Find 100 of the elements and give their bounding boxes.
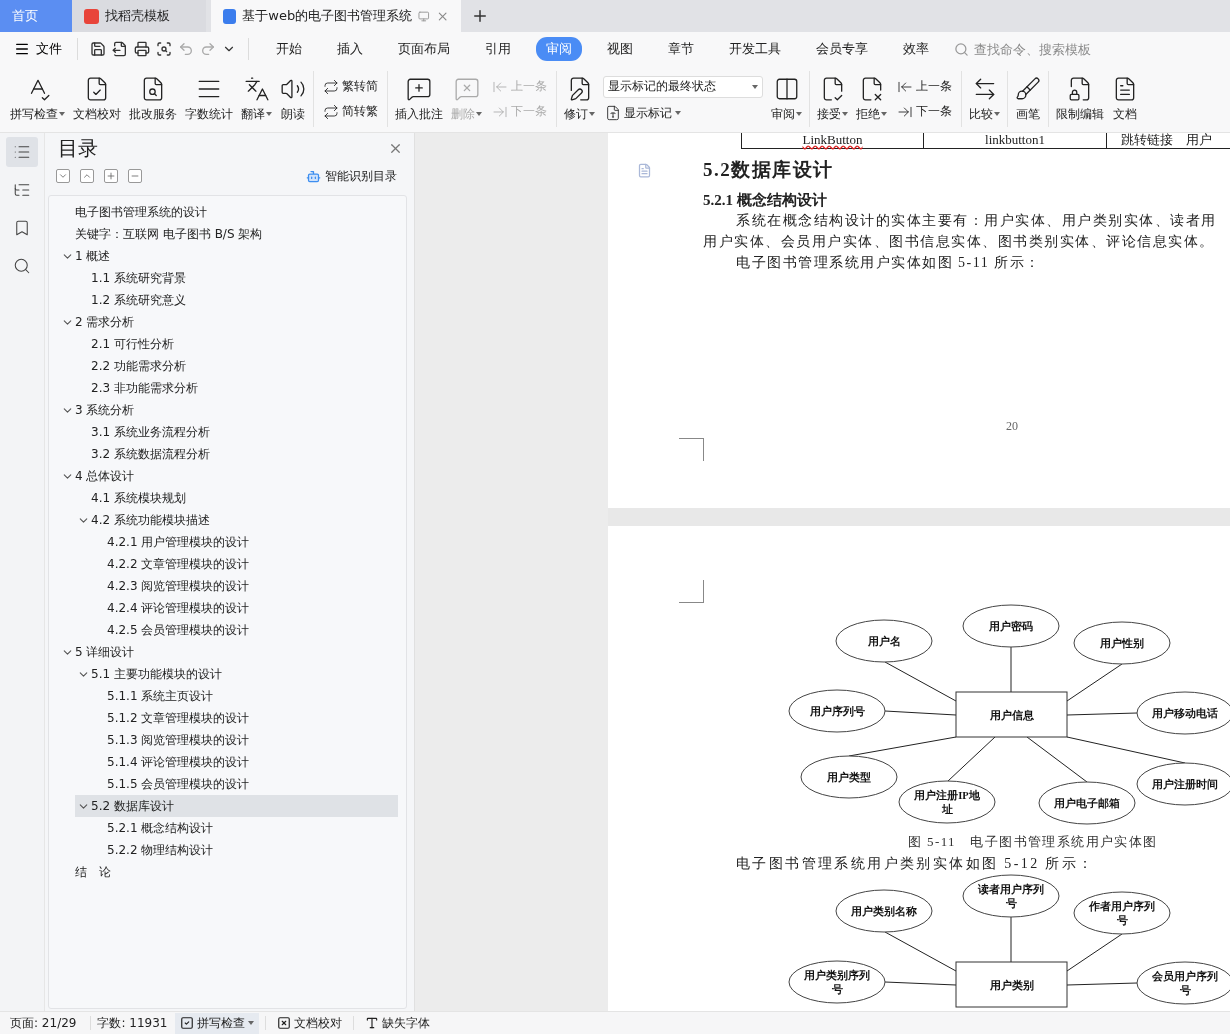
outline-item[interactable]: 5.1 主要功能模块的设计: [75, 663, 398, 685]
markup-select[interactable]: 显示标记的最终状态: [603, 75, 763, 98]
ribbon-button[interactable]: 拼写检查: [6, 71, 69, 127]
preview-icon[interactable]: [156, 41, 172, 57]
ribbon-tab[interactable]: 会员专享: [806, 37, 878, 61]
section-heading: 5.2数据库设计: [703, 158, 834, 182]
ribbon-button[interactable]: 翻译: [237, 71, 276, 127]
window-tab[interactable]: 基于web的电子图书管理系统: [211, 0, 461, 32]
outline-item[interactable]: 4.2 系统功能模块描述: [75, 509, 398, 531]
outline-item[interactable]: 5.1.2 文章管理模块的设计: [91, 707, 398, 729]
ribbon-tab[interactable]: 页面布局: [388, 37, 460, 61]
connector-line: [1010, 916, 1012, 963]
outline-item[interactable]: 5 详细设计: [59, 641, 398, 663]
ribbon-tab[interactable]: 章节: [658, 37, 704, 61]
table-cell: 跳转链接 用户: [1106, 133, 1225, 148]
attribute-node: 用户类别名称: [835, 889, 933, 933]
outline-item[interactable]: 4.1 系统模块规划: [75, 487, 398, 509]
outline-item[interactable]: 5.1.4 评论管理模块的设计: [91, 751, 398, 773]
ribbon-tab[interactable]: 开发工具: [719, 37, 791, 61]
outline-item[interactable]: 5.2 数据库设计: [75, 795, 398, 817]
ribbon-button[interactable]: 限制编辑: [1052, 71, 1108, 127]
ribbon-tab[interactable]: 效率: [893, 37, 939, 61]
brush-icon: [1015, 75, 1041, 102]
ribbon-tab[interactable]: 引用: [475, 37, 521, 61]
ribbon-button[interactable]: 显示标记: [603, 103, 763, 123]
page-number: 20: [1006, 419, 1019, 434]
outline-item[interactable]: 1.1 系统研究背景: [75, 267, 398, 289]
window-tab[interactable]: 找稻壳模板: [72, 0, 206, 32]
attribute-node: 用户移动电话: [1136, 691, 1230, 735]
connector-line: [1010, 646, 1012, 693]
outline-item[interactable]: 2.1 可行性分析: [75, 333, 398, 355]
ribbon-button[interactable]: 拒绝: [852, 71, 891, 127]
sidebar-button[interactable]: [6, 137, 38, 167]
print-icon[interactable]: [134, 41, 150, 57]
ribbon-button[interactable]: 批改服务: [125, 71, 181, 127]
ribbon-tab[interactable]: 视图: [597, 37, 643, 61]
ribbon-button[interactable]: 文档: [1108, 71, 1142, 127]
table-cell: linkbutton1: [923, 133, 1106, 148]
ribbon-tab[interactable]: 开始: [266, 37, 312, 61]
proofread-button[interactable]: 文档校对: [272, 1012, 348, 1034]
ribbon-button[interactable]: 字数统计: [181, 71, 237, 127]
outline-item[interactable]: 3.2 系统数据流程分析: [75, 443, 398, 465]
translate-icon: [243, 75, 270, 102]
entity-node: 用户类别: [955, 961, 1068, 1008]
outline-item[interactable]: 4.2.5 会员管理模块的设计: [91, 619, 398, 641]
search-field[interactable]: 查找命令、搜索模板: [954, 40, 1116, 58]
outline-item[interactable]: 2.3 非功能需求分析: [75, 377, 398, 399]
outline-item[interactable]: 5.1.3 阅览管理模块的设计: [91, 729, 398, 751]
caret-icon: [842, 112, 848, 116]
expand-button[interactable]: [56, 169, 70, 183]
page-count: 页面: 21/29: [10, 1014, 78, 1032]
ribbon-button[interactable]: 画笔: [1011, 71, 1045, 127]
outline-item[interactable]: 5.2.1 概念结构设计: [91, 817, 398, 839]
ribbon-button[interactable]: 下一条: [895, 102, 954, 121]
outline-item[interactable]: 4.2.1 用户管理模块的设计: [91, 531, 398, 553]
plus-icon: [471, 7, 489, 25]
remove-level-button[interactable]: [128, 169, 142, 183]
spellcheck-button[interactable]: 拼写检查: [175, 1012, 260, 1034]
outline-item[interactable]: 电子图书管理系统的设计: [59, 201, 398, 223]
subsection-heading: 5.2.1 概念结构设计: [703, 191, 828, 210]
ribbon-button[interactable]: 比较: [965, 71, 1004, 127]
outline-item[interactable]: 5.1.5 会员管理模块的设计: [91, 773, 398, 795]
outline-item[interactable]: 4.2.2 文章管理模块的设计: [91, 553, 398, 575]
attribute-node: 用户电子邮箱: [1038, 781, 1136, 825]
outline-item[interactable]: 4.2.3 阅览管理模块的设计: [91, 575, 398, 597]
outline-item[interactable]: 1.2 系统研究意义: [75, 289, 398, 311]
outline-item[interactable]: 3 系统分析: [59, 399, 398, 421]
caret-icon: [266, 112, 272, 116]
ribbon-button[interactable]: 文档校对: [69, 71, 125, 127]
ribbon-button[interactable]: 上一条: [895, 77, 954, 96]
caret-icon: [881, 112, 887, 116]
outline-item[interactable]: 4.2.4 评论管理模块的设计: [91, 597, 398, 619]
ribbon-button[interactable]: 插入批注: [391, 71, 447, 127]
outline-item[interactable]: 2 需求分析: [59, 311, 398, 333]
outline-item[interactable]: 2.2 功能需求分析: [75, 355, 398, 377]
convert-icon: [323, 78, 339, 95]
outline-item[interactable]: 3.1 系统业务流程分析: [75, 421, 398, 443]
outline-item[interactable]: 4 总体设计: [59, 465, 398, 487]
outline-item[interactable]: 结 论: [59, 861, 398, 883]
ribbon-button[interactable]: 修订: [560, 71, 599, 127]
ribbon-button[interactable]: 审阅: [767, 71, 806, 127]
save-icon[interactable]: [90, 41, 106, 57]
ribbon-button[interactable]: 朗读: [276, 71, 310, 127]
collapse-button[interactable]: [80, 169, 94, 183]
file-menu-button[interactable]: 文件: [14, 40, 68, 58]
list-icon: [13, 143, 31, 161]
outline-item[interactable]: 1 概述: [59, 245, 398, 267]
outline-item[interactable]: 关键字：互联网 电子图书 B/S 架构: [59, 223, 398, 245]
add-level-button[interactable]: [104, 169, 118, 183]
missing-fonts-button[interactable]: 缺失字体: [360, 1012, 436, 1034]
outline-item[interactable]: 5.1.1 系统主页设计: [91, 685, 398, 707]
monitor-icon[interactable]: [418, 9, 430, 23]
document-logo-icon: [223, 8, 237, 24]
ribbon-tab[interactable]: 插入: [327, 37, 373, 61]
ribbon-button[interactable]: 接受: [813, 71, 852, 127]
export-icon[interactable]: [112, 41, 128, 57]
outline-item[interactable]: 5.2.2 物理结构设计: [91, 839, 398, 861]
ribbon-button[interactable]: 繁转简: [321, 77, 380, 96]
smart-outline-button[interactable]: 智能识别目录: [300, 166, 403, 186]
ribbon-button[interactable]: 简转繁: [321, 102, 380, 121]
